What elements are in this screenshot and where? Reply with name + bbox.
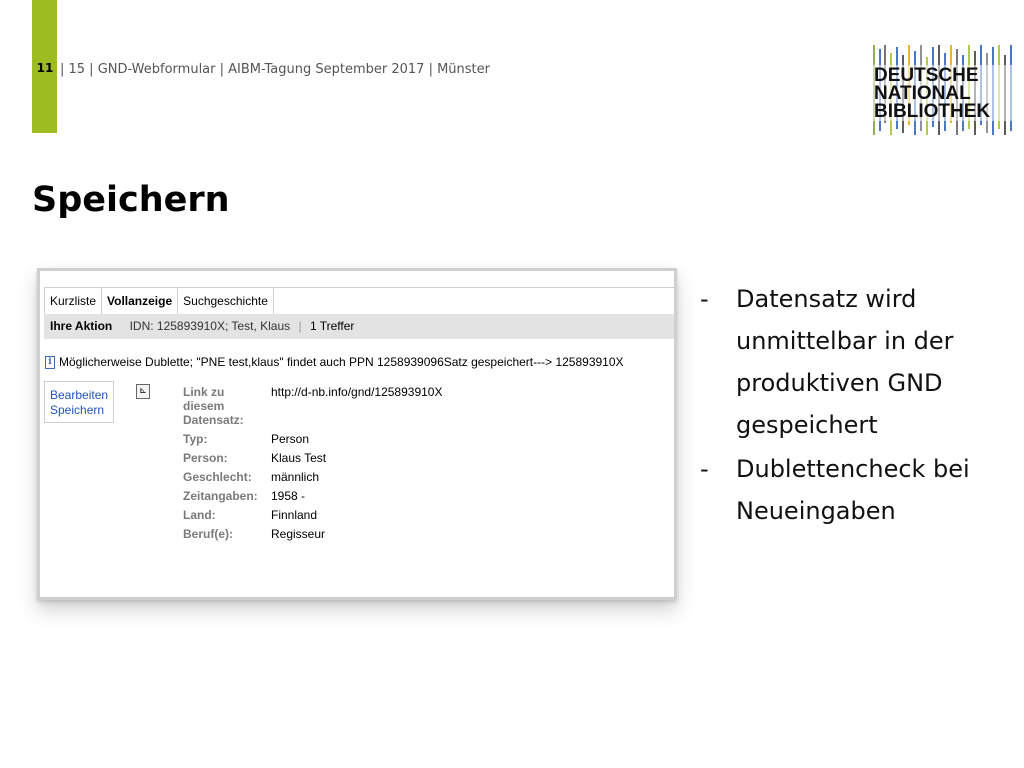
tab-suchgeschichte[interactable]: Suchgeschichte	[178, 288, 274, 314]
record-details: Link zu diesem Datensatz: http://d-nb.in…	[183, 385, 442, 541]
record-value: männlich	[271, 470, 320, 484]
record-label: Zeitangaben:	[183, 489, 258, 503]
tab-bar: Kurzliste Vollanzeige Suchgeschichte	[44, 287, 674, 315]
record-label: Person:	[183, 451, 228, 465]
screenshot-panel: Kurzliste Vollanzeige Suchgeschichte Ihr…	[37, 268, 677, 600]
bearbeiten-link[interactable]: Bearbeiten	[45, 388, 113, 403]
record-row: Beruf(e): Regisseur	[183, 527, 442, 541]
bullet-item: - Datensatz wird unmittelbar in der prod…	[700, 278, 1020, 446]
document-icon[interactable]: ⊾	[136, 384, 150, 399]
header-info: | 15 | GND-Webformular | AIBM-Tagung Sep…	[60, 62, 490, 77]
action-bar: Ihre Aktion IDN: 125893910X; Test, Klaus…	[44, 314, 674, 339]
record-label: Typ:	[183, 432, 208, 446]
bullet-list: - Datensatz wird unmittelbar in der prod…	[700, 278, 1020, 534]
speichern-link[interactable]: Speichern	[45, 403, 113, 418]
tab-kurzliste[interactable]: Kurzliste	[45, 288, 103, 314]
record-label: Geschlecht:	[183, 470, 252, 484]
record-value: 1958 -	[271, 489, 306, 503]
record-value: Finnland	[271, 508, 318, 522]
record-row: Typ: Person	[183, 432, 442, 446]
record-value: Person	[271, 432, 310, 446]
slide-title: Speichern	[32, 180, 230, 220]
dnb-logo: DEUTSCHE NATIONAL BIBLIOTHEK	[872, 45, 1014, 135]
record-row: Link zu diesem Datensatz: http://d-nb.in…	[183, 385, 442, 427]
action-label: Ihre Aktion	[50, 319, 113, 333]
bullet-text: Dublettencheck bei Neueingaben	[736, 455, 970, 525]
record-row: Land: Finnland	[183, 508, 442, 522]
duplicate-notice-text: Möglicherweise Dublette; "PNE test,klaus…	[59, 355, 624, 369]
page-number: 11	[36, 61, 54, 75]
bullet-text: Datensatz wird unmittelbar in der produk…	[736, 285, 954, 439]
record-row: Geschlecht: männlich	[183, 470, 442, 484]
tab-vollanzeige[interactable]: Vollanzeige	[102, 288, 179, 314]
logo-text-line-3: BIBLIOTHEK	[874, 101, 990, 122]
bullet-dash: -	[700, 455, 709, 483]
action-separator: |	[298, 319, 302, 333]
bullet-item: - Dublettencheck bei Neueingaben	[700, 448, 1020, 532]
record-label: Land:	[183, 508, 216, 522]
duplicate-notice: i Möglicherweise Dublette; "PNE test,klau…	[45, 355, 624, 370]
action-hits: 1 Treffer	[309, 319, 355, 333]
edit-box: Bearbeiten Speichern	[44, 381, 114, 423]
action-idn: IDN: 125893910X; Test, Klaus	[129, 319, 291, 333]
record-label: Beruf(e):	[183, 527, 233, 541]
record-row: Person: Klaus Test	[183, 451, 442, 465]
bullet-dash: -	[700, 285, 709, 313]
record-value: Klaus Test	[271, 451, 327, 465]
record-link[interactable]: http://d-nb.info/gnd/125893910X	[271, 385, 442, 427]
record-row: Zeitangaben: 1958 -	[183, 489, 442, 503]
info-icon: i	[45, 356, 55, 370]
record-value: Regisseur	[271, 527, 326, 541]
record-label: Link zu diesem Datensatz:	[183, 385, 244, 427]
